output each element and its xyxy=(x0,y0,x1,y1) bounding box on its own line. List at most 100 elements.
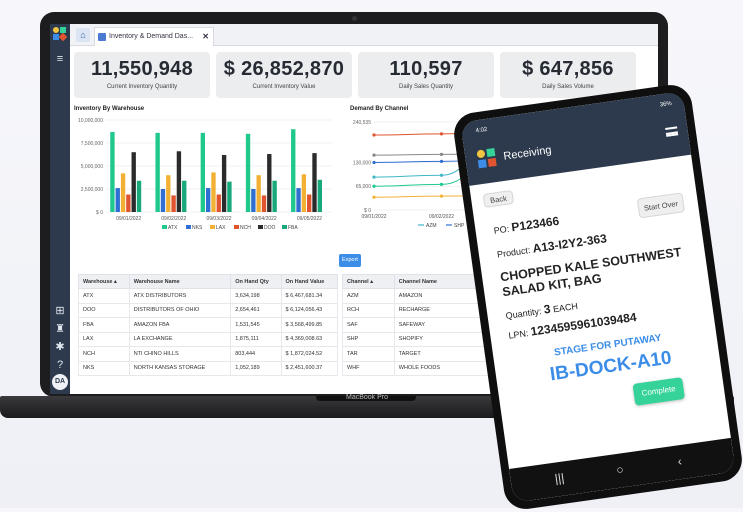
laptop-brand: MacBook Pro xyxy=(345,394,389,401)
bar xyxy=(205,188,211,212)
bar xyxy=(200,132,206,212)
bar xyxy=(267,154,272,212)
phone-battery: 36% xyxy=(659,100,673,109)
warehouse-bar-chart: 10,000,000 7,500,000 5,000,000 2,500,000 $ 0… xyxy=(78,118,332,231)
bar xyxy=(182,180,187,212)
table-row[interactable]: NCH NTI CHINO HILLS 803,444 $ 1,872,024.52 xyxy=(78,346,339,362)
bar xyxy=(115,188,120,212)
legend-swatch xyxy=(162,225,167,229)
gear-icon[interactable]: ✱ xyxy=(53,340,67,354)
tab-dashboard[interactable]: Inventory & Demand Das... ✕ xyxy=(94,27,214,46)
data-point xyxy=(372,133,376,137)
bar xyxy=(251,189,256,212)
product-line: Product: A13-I2Y2-363 xyxy=(496,231,607,260)
bar xyxy=(291,129,296,212)
lpn-label: LPN: xyxy=(507,328,530,341)
table-cell: AMAZON FBA xyxy=(128,317,232,333)
bar xyxy=(160,189,166,212)
table-row[interactable]: FBA AMAZON FBA 1,531,545 $ 3,568,499.85 xyxy=(78,317,339,333)
kpi-card: $ 647,856 Daily Sales Volume xyxy=(500,52,636,98)
table-row[interactable]: LAX LA EXCHANGE 1,875,111 $ 4,369,008.63 xyxy=(78,331,339,347)
table-cell: DOO xyxy=(78,302,130,318)
legend-swatch xyxy=(258,225,263,229)
bar xyxy=(131,152,136,212)
table-cell: RCH xyxy=(342,302,395,318)
y-tick-label: $ 0 xyxy=(96,210,103,216)
legend-label: FBA xyxy=(288,225,298,231)
table-row[interactable]: ATX ATX DISTRIBUTORS 3,634,198 $ 6,467,681.… xyxy=(78,288,339,304)
legend-swatch xyxy=(282,225,287,229)
data-point xyxy=(439,159,444,163)
hierarchy-icon[interactable]: ⊞ xyxy=(53,304,67,318)
legend-swatch xyxy=(186,225,191,229)
table-row[interactable]: DOO DISTRIBUTORS OF OHIO 2,654,461 $ 6,124,… xyxy=(78,302,339,318)
table-cell: $ 1,872,024.52 xyxy=(280,346,339,362)
export-button[interactable]: Export xyxy=(339,254,361,267)
tab-title: Inventory & Demand Das... xyxy=(109,33,194,40)
kpi-label: Current Inventory Value xyxy=(252,84,316,90)
column-header[interactable]: On Hand Qty xyxy=(230,274,282,289)
home-circle-icon[interactable]: ○ xyxy=(615,462,624,477)
home-icon[interactable]: ⌂ xyxy=(76,28,90,42)
table-cell: WHF xyxy=(342,360,395,376)
bar xyxy=(211,172,216,212)
table-cell: LAX xyxy=(78,331,130,347)
back-button[interactable]: Back xyxy=(482,189,515,208)
quantity-label: Quantity: xyxy=(505,306,543,321)
table-cell: NORTH KANSAS STORAGE xyxy=(128,360,232,376)
kpi-row: 11,550,948 Current Inventory Quantity $ … xyxy=(74,52,654,98)
complete-button[interactable]: Complete xyxy=(632,377,686,406)
table-cell: WHOLE FOODS xyxy=(393,360,501,376)
table-cell: SHP xyxy=(342,331,395,347)
table-cell: DISTRIBUTORS OF OHIO xyxy=(128,302,232,318)
kpi-card: 110,597 Daily Sales Quantity xyxy=(358,52,494,98)
x-tick-label: 09/04/2022 xyxy=(252,216,277,222)
column-header[interactable]: Channel ▴ xyxy=(342,274,395,289)
legend-label: NKS xyxy=(192,225,203,231)
data-point xyxy=(439,182,444,186)
column-header[interactable]: Warehouse Name xyxy=(128,274,232,289)
close-icon[interactable]: ✕ xyxy=(202,28,209,46)
table-cell: $ 2,451,600.37 xyxy=(280,360,339,376)
column-header[interactable]: On Hand Value xyxy=(280,274,339,289)
legend-label: DOO xyxy=(264,225,276,231)
data-point xyxy=(372,184,376,188)
kpi-value: $ 26,852,870 xyxy=(223,58,345,80)
help-icon[interactable]: ? xyxy=(53,358,67,372)
y-tick-label: 240,535 xyxy=(353,120,371,126)
y-tick-label: 130,000 xyxy=(353,160,371,166)
bar xyxy=(272,180,277,212)
hamburger-icon[interactable] xyxy=(665,126,679,137)
recents-icon[interactable]: ||| xyxy=(554,471,565,486)
legend-label: ATX xyxy=(168,225,178,231)
table-cell: 3,634,198 xyxy=(230,288,282,304)
po-value: P123466 xyxy=(510,213,561,235)
y-tick-label: 2,500,000 xyxy=(81,187,103,193)
x-tick-label: 09/03/2022 xyxy=(206,216,231,222)
data-point xyxy=(372,175,376,179)
table-cell: 803,444 xyxy=(230,346,282,362)
avatar[interactable]: DA xyxy=(52,374,68,390)
kpi-label: Current Inventory Quantity xyxy=(106,84,178,90)
x-tick-label: 09/02/2022 xyxy=(429,214,454,220)
back-arrow-icon[interactable]: ‹ xyxy=(677,454,683,468)
product-label: Product: xyxy=(496,245,532,260)
start-over-button[interactable]: Start Over xyxy=(636,192,686,219)
forklift-icon[interactable]: ♜ xyxy=(53,322,67,336)
table-cell: SAF xyxy=(342,317,395,333)
column-header[interactable]: Warehouse ▴ xyxy=(78,274,130,289)
quantity-value: 3 xyxy=(542,301,552,317)
table-cell: ATX DISTRIBUTORS xyxy=(128,288,232,304)
bar xyxy=(110,131,115,212)
bar xyxy=(307,194,312,212)
po-line: PO: P123466 xyxy=(493,214,560,237)
menu-icon[interactable]: ≡ xyxy=(53,52,67,66)
phone: 4:02 36% Receiving Back Start Over PO: P… xyxy=(451,82,743,512)
bar xyxy=(227,181,232,212)
table-row[interactable]: NKS NORTH KANSAS STORAGE 1,052,189 $ 2,451,… xyxy=(78,360,339,376)
bar xyxy=(216,194,221,212)
table-cell: FBA xyxy=(78,317,130,333)
kpi-value: 11,550,948 xyxy=(91,58,193,80)
bar xyxy=(166,175,171,212)
data-point xyxy=(439,132,444,136)
